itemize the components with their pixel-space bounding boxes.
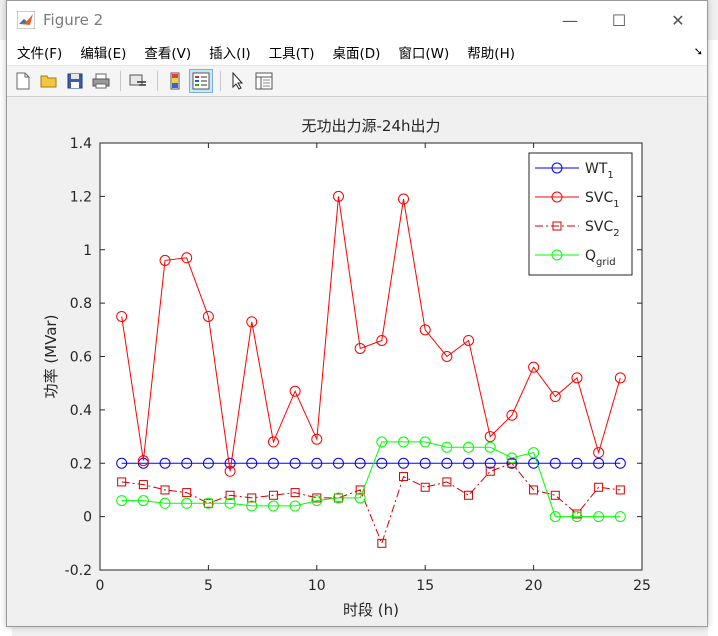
new-figure-button[interactable] [11,69,35,93]
x-tick-label: 0 [96,578,105,594]
insert-legend-button[interactable] [189,69,213,93]
insert-colorbar-button[interactable] [163,69,187,93]
line-chart: 0 5 10 15 20 25-0.200.20.40.60.811.21.4无功出力源-… [42,117,651,619]
y-tick-label: 0.4 [70,403,92,419]
menu-insert[interactable]: 插入(I) [200,42,260,62]
minimize-button[interactable]: — [547,1,593,39]
menu-file[interactable]: 文件(F) [7,42,71,62]
y-tick-label: 0.6 [70,350,92,366]
dock-arrow-icon[interactable]: ➘ [694,45,703,58]
insert-colorbar-icon [170,72,180,90]
menu-tools[interactable]: 工具(T) [260,42,324,62]
y-tick-label: -0.2 [65,563,92,579]
menu-bar: 文件(F) 编辑(E) 查看(V) 插入(I) 工具(T) 桌面(D) 窗口(W… [7,39,707,66]
save-icon [67,73,83,89]
link-plot-icon [129,74,146,86]
menu-help[interactable]: 帮助(H) [458,42,524,62]
x-tick-label: 5 [204,578,213,594]
close-button[interactable]: ✕ [655,1,701,39]
x-tick-label: 10 [308,578,326,594]
x-tick-label: 15 [416,578,434,594]
open-file-icon [40,75,57,88]
print-button[interactable] [89,69,113,93]
y-tick-label: 0 [83,510,92,526]
y-axis-label: 功率 (MVar) [42,315,60,399]
link-plot-button[interactable] [126,69,150,93]
y-tick-label: 0.8 [70,296,92,312]
legend-box [528,152,633,276]
open-file-button[interactable] [37,69,61,93]
toolbar-separator [157,71,158,91]
property-inspector-button[interactable] [252,69,276,93]
chart-title: 无功出力源-24h出力 [301,117,440,135]
window-title: Figure 2 [43,11,104,29]
save-button[interactable] [63,69,87,93]
edit-plot-button[interactable] [226,69,250,93]
new-figure-icon [16,72,30,90]
print-icon [92,73,110,89]
title-bar[interactable]: Figure 2 — ☐ ✕ [7,1,707,39]
menu-edit[interactable]: 编辑(E) [71,42,135,62]
minimize-icon: — [562,10,578,30]
figure-toolbar [7,66,707,97]
x-tick-label: 25 [633,578,651,594]
toolbar-separator [120,71,121,91]
insert-legend-icon [192,72,210,90]
y-tick-label: 0.2 [70,456,92,472]
background-editor-right [708,40,718,636]
close-icon: ✕ [671,10,685,30]
x-tick-label: 20 [525,578,543,594]
menu-view[interactable]: 查看(V) [135,42,200,62]
edit-plot-icon [232,72,244,90]
matlab-logo-icon [17,11,35,29]
menu-window[interactable]: 窗口(W) [389,42,458,62]
menu-desktop[interactable]: 桌面(D) [323,42,389,62]
property-inspector-icon [255,72,273,90]
figure-canvas[interactable]: 0 5 10 15 20 25 -0.2 0 0.2 0.4 0.6 0.8 1 1.2 1.4 无功出力源-… [7,97,707,626]
maximize-icon: ☐ [611,10,627,30]
maximize-button[interactable]: ☐ [596,1,642,39]
y-tick-label: 1.2 [70,189,92,205]
y-tick-label: 1.4 [70,136,92,152]
toolbar-separator [220,71,221,91]
figure-window: Figure 2 — ☐ ✕ 文件(F) 编辑(E) 查看(V) 插入(I) 工… [6,0,708,627]
x-axis-label: 时段 (h) [343,601,399,619]
y-tick-label: 1 [83,243,92,259]
